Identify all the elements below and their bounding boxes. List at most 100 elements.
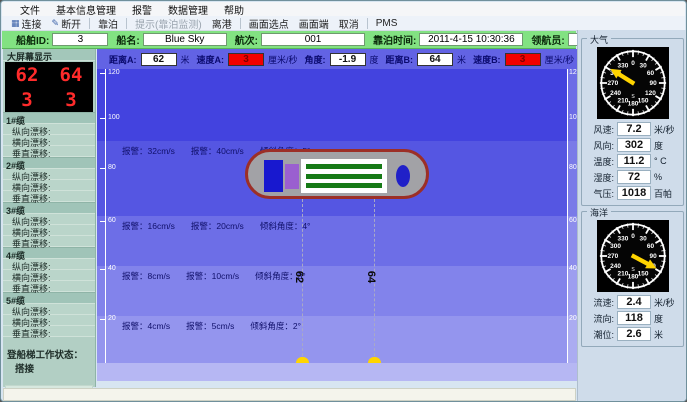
svg-text:210: 210 [617,271,628,278]
axis-tick [100,168,105,169]
cable-3-longitudinal-drift: 纵向漂移: [3,214,95,225]
svg-text:270: 270 [607,80,618,87]
pressure-unit: 百帕 [654,187,680,200]
wind-speed-value: 7.2 [617,122,651,136]
alarm-threshold-row: 报警：4cm/s报警：5cm/s倾斜角度：2° [122,320,317,332]
pilot-label: 领航员: [531,32,564,47]
current-direction-label: 流向: [585,312,614,325]
svg-text:60: 60 [646,243,654,250]
ship-deckhouse-block [285,164,299,189]
menu-help[interactable]: 帮助 [216,2,252,17]
axis-tick [100,221,105,222]
disconnect-button[interactable]: ✎ 断开 [47,17,87,30]
distance-a-unit: 米 [181,53,190,66]
axis-tick-label: 40 [108,265,116,273]
alarm-threshold-row: 报警：16cm/s报警：20cm/s倾斜角度：4° [122,220,326,232]
toolbar-separator [367,18,368,29]
current-direction-row: 流向: 118 度 [585,311,680,325]
alarm-b-threshold: 报警：5cm/s [186,321,234,331]
right-axis [567,69,568,363]
plot-band [97,69,577,141]
speed-a-group: 速度A: 3 厘米/秒 [197,53,298,66]
cable-2-lateral-drift: 横向漂移: [3,180,95,191]
humidity-label: 湿度: [585,171,614,184]
axis-tick-label: 80 [108,164,116,172]
big-screen-display-header: 大屏幕显示 [3,49,95,61]
wind-direction-unit: 度 [654,139,680,152]
svg-text:60: 60 [646,70,654,77]
distance-b-unit: 米 [457,53,466,66]
svg-text:180: 180 [627,273,638,280]
tide-level-value: 2.6 [617,327,651,341]
menu-data-mgmt[interactable]: 数据管理 [160,2,216,17]
distance-a-group: 距离A: 62 米 [109,53,190,66]
cable-3-vertical-drift: 垂直漂移: [3,236,95,247]
cable-sidebar: 大屏幕显示 62 64 3 3 1#缆 纵向漂移: 横向漂移: 垂直漂移: 2#… [3,49,96,387]
toolbar-separator [126,18,127,29]
svg-text:180: 180 [627,100,638,107]
pms-button[interactable]: PMS [371,17,403,30]
ship-id-label: 船舶ID: [16,32,49,47]
alarm-threshold-row: 报警：8cm/s报警：10cm/s倾斜角度：3° [122,270,322,282]
screen-pick-button[interactable]: 画面选点 [244,17,294,30]
berth-time-field[interactable] [419,33,523,46]
led-speed-row: 3 3 [5,90,93,110]
menu-alarm[interactable]: 报警 [124,2,160,17]
alarm-b-threshold: 报警：40cm/s [191,146,244,156]
wind-direction-label: 风向: [585,139,614,152]
axis-tick [100,319,105,320]
current-speed-row: 流速: 2.4 米/秒 [585,295,680,309]
cable-5-vertical-drift: 垂直漂移: [3,326,95,337]
atmosphere-title: 大气 [587,33,611,46]
gangway-status-value: 搭接 [15,364,34,375]
current-direction-gauge: 0306090120150180210240270300330 S [597,220,669,292]
environment-panel: 大气 0306090120150180210240270300330 S 风速:… [577,30,687,401]
temperature-row: 温度: 11.2 ° C [585,154,680,168]
led-display-panel: 62 64 3 3 [5,62,93,112]
cancel-button[interactable]: 取消 [334,17,364,30]
alarm-a-threshold: 报警：4cm/s [122,321,170,331]
toolbar-separator [89,18,90,29]
ocean-title: 海洋 [587,206,611,219]
ship-graphic [245,149,429,199]
humidity-unit: % [654,172,680,182]
cable-5-lateral-drift: 横向漂移: [3,315,95,326]
humidity-value: 72 [617,170,651,184]
cable-5-longitudinal-drift: 纵向漂移: [3,304,95,315]
distance-b-value: 64 [417,53,453,66]
toolbar-separator [240,18,241,29]
screen-end-button[interactable]: 画面端 [294,17,334,30]
svg-text:150: 150 [637,98,648,105]
voyage-info-bar: 船舶ID: 船名: 航次: 靠泊时间: 领航员: [2,31,576,49]
angle-label: 角度: [305,53,326,66]
berth-button[interactable]: 靠泊 [93,17,123,30]
svg-text:0: 0 [631,60,635,67]
cable-1-lateral-drift: 横向漂移: [3,135,95,146]
disconnect-label: 断开 [61,16,81,31]
svg-text:330: 330 [617,236,628,243]
depart-button[interactable]: 离港 [207,17,237,30]
menu-file[interactable]: 文件 [12,2,48,17]
svg-text:90: 90 [649,80,657,87]
cable-2-longitudinal-drift: 纵向漂移: [3,169,95,180]
ocean-groupbox: 海洋 0306090120150180210240270300330 S 流速:… [581,211,684,347]
axis-tick [100,73,105,74]
svg-text:210: 210 [617,98,628,105]
svg-text:0: 0 [631,233,635,240]
ship-name-field[interactable] [143,33,227,46]
berth-time-label: 靠泊时间: [373,32,416,47]
ship-id-field[interactable] [52,33,108,46]
menu-basic-info[interactable]: 基本信息管理 [48,2,124,17]
speed-b-label: 速度B: [473,53,501,66]
svg-text:150: 150 [637,271,648,278]
cargo-stripe [306,174,382,179]
temperature-unit: ° C [654,156,680,166]
voyage-field[interactable] [261,33,365,46]
connect-button[interactable]: ▦ 连接 [6,17,47,30]
alarm-b-threshold: 报警：20cm/s [191,221,244,231]
svg-text:300: 300 [610,243,621,250]
svg-text:120: 120 [645,90,656,97]
temperature-value: 11.2 [617,154,651,168]
alarm-b-threshold: 报警：10cm/s [186,271,239,281]
tide-level-row: 潮位: 2.6 米 [585,327,680,341]
